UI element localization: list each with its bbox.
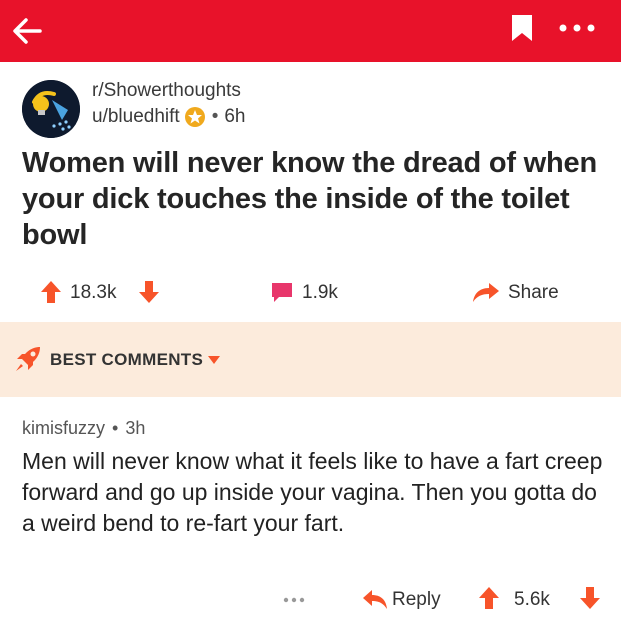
shower-lightbulb-icon <box>22 80 80 138</box>
comment-count[interactable]: 1.9k <box>302 282 338 304</box>
comment-sort-bar[interactable]: BEST COMMENTS <box>0 322 621 397</box>
comment-author[interactable]: kimisfuzzy <box>22 418 105 438</box>
share-button[interactable]: Share <box>508 282 559 304</box>
comment-body: Men will never know what it feels like t… <box>22 448 603 536</box>
arrow-left-icon[interactable] <box>10 14 44 48</box>
separator-dot: • <box>112 418 119 438</box>
comment-score: 5.6k <box>514 589 550 610</box>
separator-dot: • <box>211 106 219 127</box>
downvote-arrow-icon[interactable] <box>138 280 160 304</box>
sort-label[interactable]: BEST COMMENTS <box>50 350 203 370</box>
more-horizontal-icon[interactable] <box>556 18 600 38</box>
comment-bubble-icon[interactable] <box>270 281 294 303</box>
share-arrow-icon[interactable] <box>472 281 500 303</box>
post-author-line: u/bluedhift • 6h <box>92 106 245 128</box>
comment-age: 3h <box>125 418 146 438</box>
chevron-down-icon[interactable] <box>207 354 221 366</box>
comment-upvote-arrow-icon[interactable] <box>478 586 500 610</box>
post-age: 6h <box>224 106 246 127</box>
post-title[interactable]: Women will never know the dread of when … <box>22 145 607 253</box>
reply-button[interactable]: Reply <box>392 589 441 611</box>
comment-meta: kimisfuzzy • 3h <box>22 418 145 439</box>
comment-downvote-arrow-icon[interactable] <box>579 586 601 610</box>
subreddit-name[interactable]: r/Showerthoughts <box>92 80 241 102</box>
rocket-icon <box>16 347 40 371</box>
post-author[interactable]: u/bluedhift <box>92 106 180 128</box>
comment-action-bar: Reply 5.6k <box>0 580 621 620</box>
post-score: 18.3k <box>70 282 117 303</box>
post-header: r/Showerthoughts u/bluedhift • 6h <box>22 80 602 140</box>
gold-award-icon <box>184 107 205 127</box>
post-action-bar: 18.3k 1.9k Share <box>0 270 621 314</box>
app-top-bar <box>0 0 621 62</box>
more-horizontal-icon[interactable] <box>282 596 306 604</box>
reply-arrow-icon[interactable] <box>362 588 388 610</box>
upvote-arrow-icon[interactable] <box>40 280 62 304</box>
subreddit-avatar[interactable] <box>22 80 80 138</box>
bookmark-icon[interactable] <box>511 14 533 42</box>
